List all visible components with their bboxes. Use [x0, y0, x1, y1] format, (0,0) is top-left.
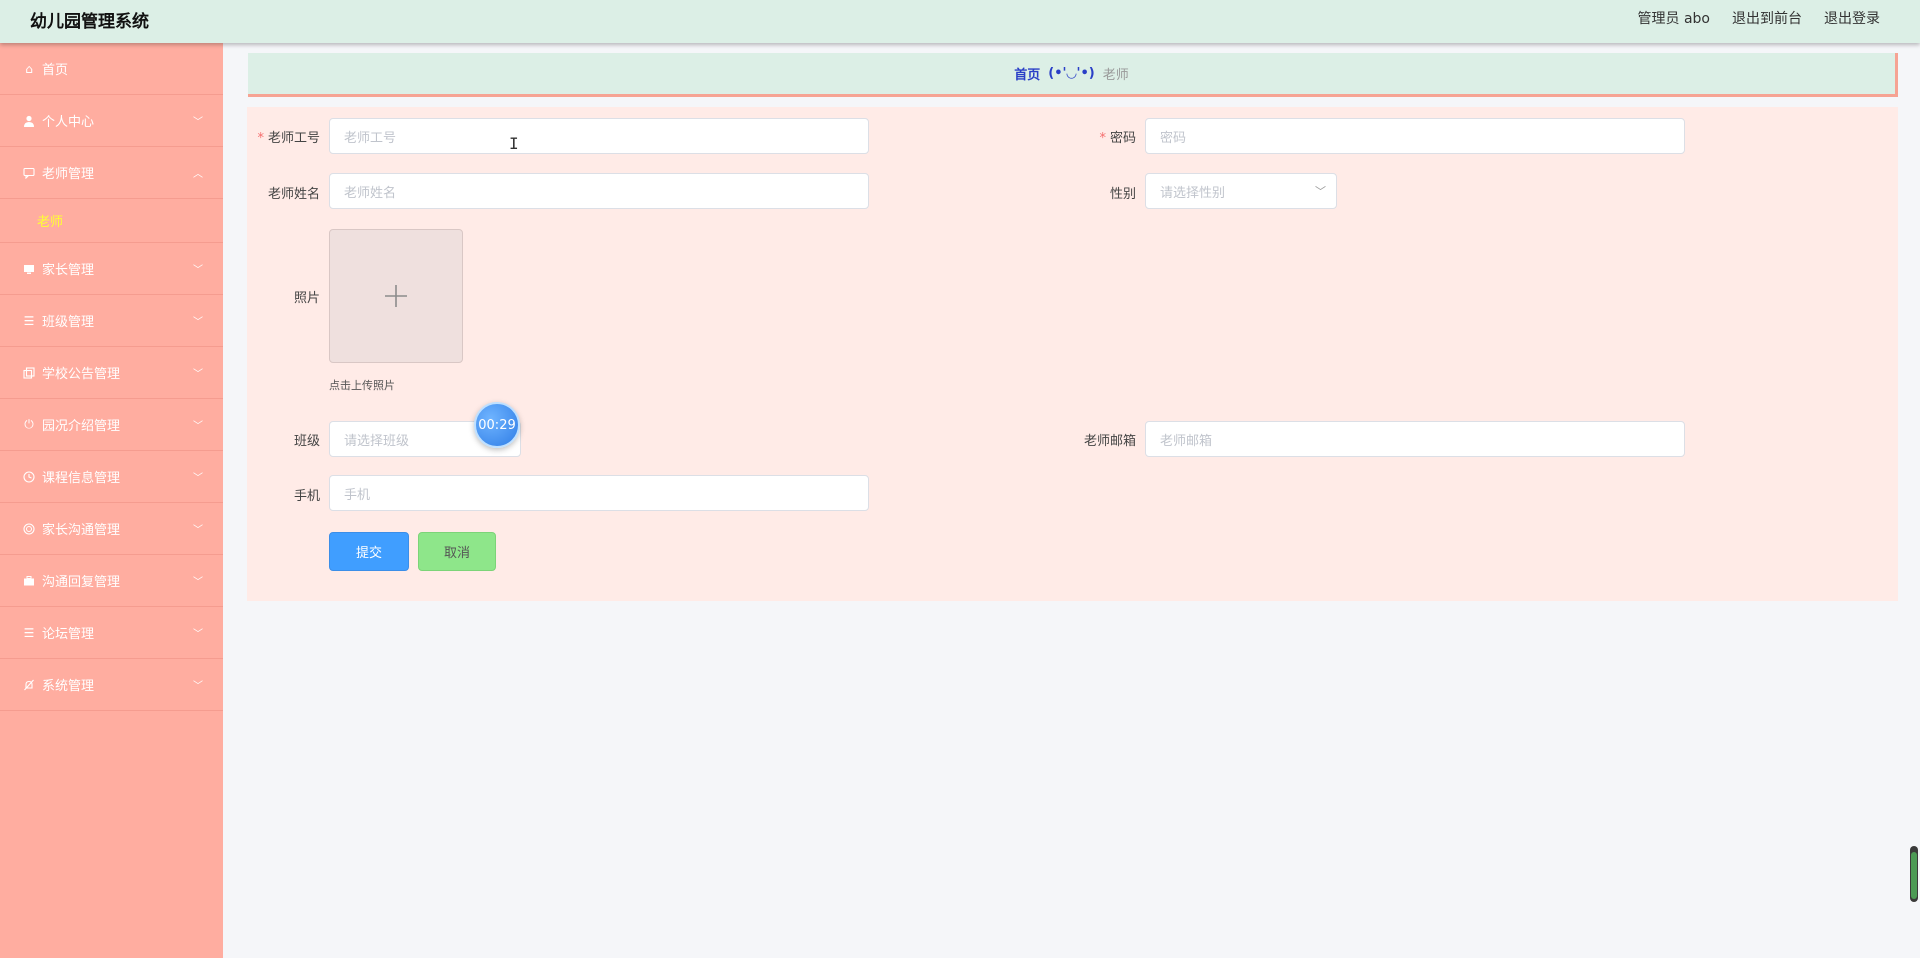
sidebar-item-label: 园况介绍管理 [42, 419, 121, 434]
submit-button[interactable]: 提交 [329, 532, 409, 571]
sidebar-item-label: 课程信息管理 [42, 471, 121, 486]
teacher-name-label: 老师姓名 [267, 187, 320, 202]
chevron-down-icon: ﹀ [193, 628, 203, 640]
list-icon: ☰ [23, 313, 35, 328]
chevron-down-icon: ﹀ [193, 576, 203, 588]
email-label: 老师邮箱 [1083, 434, 1136, 449]
breadcrumb-emoticon: (•'◡'•) [1048, 66, 1095, 81]
password-label: * 密码 [1099, 131, 1136, 146]
photo-upload-hint: 点击上传照片 [329, 379, 395, 392]
scrollbar[interactable] [1910, 846, 1918, 902]
sidebar-item-label: 系统管理 [42, 679, 95, 694]
sidebar-subitem-teacher[interactable]: 老师 [0, 199, 223, 243]
timer-badge[interactable]: 00:29 [474, 402, 520, 448]
required-marker: * [257, 131, 264, 146]
password-input[interactable]: 密码 [1145, 118, 1685, 154]
breadcrumb-current: 老师 [1102, 68, 1129, 83]
chevron-down-icon: ﹀ [193, 420, 203, 432]
sidebar-item-parent-management[interactable]: 家长管理 ﹀ [0, 243, 223, 295]
copy-icon [22, 366, 36, 380]
chevron-down-icon: ﹀ [193, 116, 203, 128]
logout-link[interactable]: 退出登录 [1824, 8, 1880, 28]
user-icon [22, 114, 36, 128]
sidebar-item-label: 家长沟通管理 [42, 523, 121, 538]
breadcrumb-home-link[interactable]: 首页 [1014, 64, 1040, 83]
photo-upload-button[interactable] [329, 229, 463, 363]
sidebar-item-label: 家长管理 [42, 263, 95, 278]
chevron-down-icon: ﹀ [193, 264, 203, 276]
chevron-down-icon: ﹀ [193, 524, 203, 536]
sidebar-item-label: 首页 [42, 63, 69, 78]
chevron-down-icon: ﹀ [193, 472, 203, 484]
bell-off-icon [22, 678, 36, 692]
sidebar-item-home[interactable]: ⌂ 首页 [0, 43, 223, 95]
power-icon: ⏻ [24, 417, 34, 431]
sidebar-item-system-management[interactable]: 系统管理 ﹀ [0, 659, 223, 711]
plus-icon [385, 285, 407, 307]
sidebar-item-label: 沟通回复管理 [42, 575, 121, 590]
sidebar-item-label: 论坛管理 [42, 627, 95, 642]
required-marker: * [1099, 131, 1106, 146]
header-actions: 管理员 abo 退出到前台 退出登录 [1638, 8, 1880, 28]
sidebar-item-forum-management[interactable]: ☰ 论坛管理 ﹀ [0, 607, 223, 659]
teacher-no-input[interactable]: 老师工号 [329, 118, 869, 154]
home-icon: ⌂ [25, 61, 33, 76]
teacher-name-input[interactable]: 老师姓名 [329, 173, 869, 209]
clock-icon [22, 470, 36, 484]
cancel-button[interactable]: 取消 [418, 532, 496, 571]
gender-select-placeholder: 请选择性别 [1160, 185, 1226, 201]
teacher-no-label: * 老师工号 [257, 131, 320, 146]
sidebar-item-reply-management[interactable]: 沟通回复管理 ﹀ [0, 555, 223, 607]
class-label: 班级 [293, 434, 320, 449]
sidebar-item-profile[interactable]: 个人中心 ﹀ [0, 95, 223, 147]
sidebar-item-label: 学校公告管理 [42, 367, 121, 382]
phone-input[interactable]: 手机 [329, 475, 869, 511]
chevron-down-icon: ﹀ [193, 368, 203, 380]
globe-icon [22, 522, 36, 536]
gender-select[interactable]: 请选择性别 ﹀ [1145, 173, 1337, 209]
chevron-down-icon: ﹀ [1315, 185, 1326, 198]
back-to-front-link[interactable]: 退出到前台 [1732, 8, 1802, 28]
sidebar-item-course-management[interactable]: 课程信息管理 ﹀ [0, 451, 223, 503]
sidebar: ⌂ 首页 个人中心 ﹀ 老师管理 ︿ 老师 家长管理 ﹀ ☰ 班级管理 ﹀ 学校… [0, 43, 223, 958]
gender-label: 性别 [1109, 187, 1136, 202]
monitor-icon [22, 262, 36, 276]
sidebar-item-label: 个人中心 [42, 115, 95, 130]
sidebar-item-notice-management[interactable]: 学校公告管理 ﹀ [0, 347, 223, 399]
chat-icon [22, 166, 36, 180]
admin-name: 管理员 abo [1637, 11, 1710, 27]
text-cursor-icon: I [509, 134, 519, 153]
chevron-up-icon: ︿ [193, 168, 203, 180]
sidebar-item-label: 老师管理 [42, 167, 95, 182]
photo-label: 照片 [293, 291, 320, 306]
chevron-down-icon: ﹀ [193, 680, 203, 692]
sidebar-item-class-management[interactable]: ☰ 班级管理 ﹀ [0, 295, 223, 347]
app-title: 幼儿园管理系统 [30, 12, 149, 32]
top-header: 幼儿园管理系统 管理员 abo 退出到前台 退出登录 [0, 0, 1920, 43]
email-input[interactable]: 老师邮箱 [1145, 421, 1685, 457]
breadcrumb: 首页 (•'◡'•) 老师 [248, 53, 1898, 97]
sidebar-item-label: 班级管理 [42, 315, 95, 330]
sidebar-item-parent-communication[interactable]: 家长沟通管理 ﹀ [0, 503, 223, 555]
chevron-down-icon: ﹀ [193, 316, 203, 328]
phone-label: 手机 [293, 489, 320, 504]
briefcase-icon [22, 574, 36, 588]
list-icon: ☰ [23, 625, 35, 640]
sidebar-item-intro-management[interactable]: ⏻ 园况介绍管理 ﹀ [0, 399, 223, 451]
class-select-placeholder: 请选择班级 [344, 433, 410, 449]
scrollbar-thumb[interactable] [1911, 852, 1917, 899]
sidebar-item-teacher-management[interactable]: 老师管理 ︿ [0, 147, 223, 199]
